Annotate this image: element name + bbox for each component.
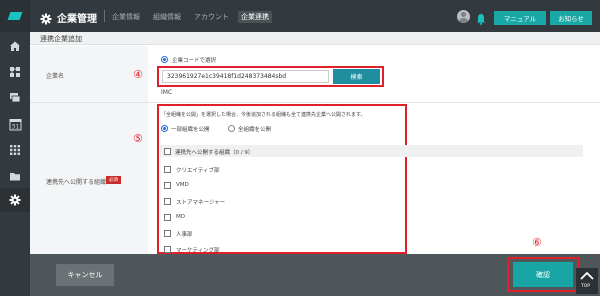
list-item: MD xyxy=(176,214,185,220)
search-button[interactable]: 検索 xyxy=(333,69,380,84)
logo[interactable] xyxy=(0,0,30,32)
list-item: 人事部 xyxy=(176,232,193,238)
list-item: マーケティング部 xyxy=(176,248,220,254)
all-orgs-radio-label: 全組織を公開 xyxy=(238,127,272,133)
org-checkbox[interactable] xyxy=(164,230,171,237)
partial-orgs-radio[interactable] xyxy=(161,125,168,132)
publish-note: 「全組織を公開」を選択した場合、今後追加される組織も全て連携先企業へ公開されます… xyxy=(161,112,366,118)
chevron-up-icon xyxy=(580,271,594,280)
org-checkbox[interactable] xyxy=(164,166,171,173)
required-badge: 必須 xyxy=(106,176,121,184)
sidebar: 31 xyxy=(0,0,30,296)
annotation-marker-4: ④ xyxy=(133,68,143,81)
section-header: 連携企業追加 xyxy=(30,32,600,45)
org-checkbox[interactable] xyxy=(164,182,171,189)
tab-organization-info[interactable]: 組織情報 xyxy=(153,12,181,22)
manual-button[interactable]: マニュアル xyxy=(494,11,546,25)
annotation-marker-6: ⑥ xyxy=(532,236,542,249)
scroll-to-top-button[interactable] xyxy=(576,268,598,294)
org-list-header-label: 連携先へ公開する組織（0 / 9） xyxy=(175,150,254,156)
row-divider xyxy=(30,102,600,103)
bell-icon[interactable] xyxy=(476,10,486,29)
tab-company-link[interactable]: 企業連携 xyxy=(238,11,272,23)
logo-mark xyxy=(7,12,23,20)
folder-icon[interactable] xyxy=(0,164,30,188)
org-checkbox[interactable] xyxy=(164,246,171,253)
list-item: VMD xyxy=(176,182,189,188)
avatar[interactable] xyxy=(457,10,470,23)
list-item: クリエイティブ部 xyxy=(176,168,220,174)
gear-icon[interactable] xyxy=(0,188,30,212)
partial-orgs-radio-label: 一部組織を公開 xyxy=(171,127,210,133)
stack-icon[interactable] xyxy=(0,86,30,110)
company-result-name: IMC xyxy=(161,89,173,96)
org-checkbox[interactable] xyxy=(164,198,171,205)
annotation-marker-5: ⑤ xyxy=(133,132,143,145)
tab-account[interactable]: アカウント xyxy=(194,12,229,22)
header-divider xyxy=(104,10,105,22)
company-name-label: 企業名 xyxy=(46,73,65,80)
home-icon[interactable] xyxy=(0,34,30,58)
list-item: ストアマネージャー xyxy=(176,200,226,206)
grid-icon[interactable] xyxy=(0,138,30,162)
company-code-radio-label: 企業コードで選択 xyxy=(172,58,217,64)
calendar-icon-label: 31 xyxy=(11,123,19,130)
org-checkbox[interactable] xyxy=(164,214,171,221)
all-orgs-radio[interactable] xyxy=(228,125,235,132)
calendar-icon[interactable]: 31 xyxy=(0,112,30,136)
page-title: 企業管理 xyxy=(57,14,97,25)
confirm-button[interactable]: 確認 xyxy=(513,262,573,287)
scroll-to-top-label: TOP xyxy=(581,284,591,289)
tab-company-info[interactable]: 企業情報 xyxy=(112,12,140,22)
gear-icon xyxy=(40,10,52,29)
company-code-radio[interactable] xyxy=(161,56,168,63)
company-code-input[interactable]: 323961927e1c39418f1d248373484sbd xyxy=(162,70,329,83)
top-header: 企業管理 企業情報 組織情報 アカウント 企業連携 マニュアル お知らせ xyxy=(30,0,600,32)
select-all-checkbox[interactable] xyxy=(164,148,171,155)
cancel-button[interactable]: キャンセル xyxy=(56,264,114,286)
section-title: 連携企業追加 xyxy=(40,35,82,43)
organization-icon[interactable] xyxy=(0,60,30,84)
publish-orgs-label: 連携先へ公開する組織 xyxy=(46,179,107,186)
notice-button[interactable]: お知らせ xyxy=(550,11,592,25)
